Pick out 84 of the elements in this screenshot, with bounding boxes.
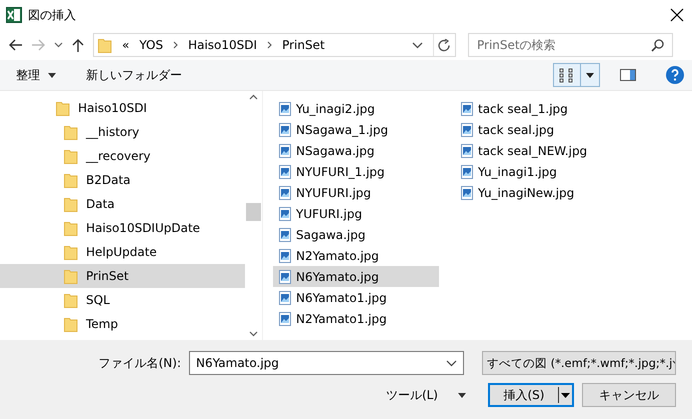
folder-tree-item[interactable]: Temp (0, 312, 245, 336)
image-file-icon (461, 102, 473, 116)
organize-menu[interactable]: 整理 (16, 66, 56, 84)
file-item[interactable]: N2Yamato1.jpg (273, 308, 439, 329)
image-file-icon (279, 144, 291, 158)
file-item[interactable]: NYUFURI.jpg (273, 182, 439, 203)
chevron-right-icon (267, 41, 272, 49)
image-file-icon (279, 186, 291, 200)
cancel-button[interactable]: キャンセル (582, 383, 676, 407)
image-file-icon (279, 312, 291, 326)
breadcrumb[interactable]: YOS (139, 38, 164, 52)
view-options-button[interactable] (553, 63, 600, 87)
image-file-icon (461, 144, 473, 158)
folder-icon (64, 292, 78, 308)
image-file-icon (279, 228, 291, 242)
refresh-icon (438, 38, 451, 52)
image-file-icon (279, 102, 291, 116)
file-item[interactable]: N6Yamato.jpg (273, 266, 439, 287)
folder-icon (64, 316, 78, 332)
folder-icon (64, 172, 78, 188)
image-file-icon (279, 290, 291, 304)
breadcrumb[interactable]: PrinSet (282, 38, 325, 52)
file-item[interactable]: tack seal_NEW.jpg (455, 140, 621, 161)
file-item[interactable]: Sagawa.jpg (273, 224, 439, 245)
folder-tree-item[interactable]: B2Data (0, 168, 245, 192)
new-folder-button[interactable]: 新しいフォルダー (86, 66, 182, 84)
caret-icon (458, 392, 466, 398)
file-item[interactable]: Yu_inagi2.jpg (273, 98, 439, 119)
file-item[interactable]: NSagawa.jpg (273, 140, 439, 161)
file-item[interactable]: N6Yamato1.jpg (273, 287, 439, 308)
file-item[interactable]: tack seal_1.jpg (455, 98, 621, 119)
image-file-icon (461, 164, 473, 178)
image-file-icon (461, 122, 473, 136)
file-name-label: ファイル名(N): (98, 354, 181, 372)
file-item[interactable]: YUFURI.jpg (273, 203, 439, 224)
search-icon (651, 38, 664, 52)
folder-tree-item[interactable]: Haiso10SDIUpDate (0, 216, 245, 240)
folder-icon (64, 148, 78, 164)
image-file-icon (279, 164, 291, 178)
folder-icon (64, 268, 78, 284)
tools-menu[interactable]: ツール(L) (386, 386, 466, 404)
preview-pane-icon[interactable] (620, 69, 636, 81)
image-file-icon (279, 248, 291, 262)
caret-icon (561, 392, 570, 398)
window-title: 図の挿入 (28, 6, 77, 24)
up-arrow-icon[interactable] (71, 38, 85, 52)
spreadsheet-app-icon (6, 7, 22, 23)
folder-icon (64, 124, 78, 140)
insert-button[interactable]: 挿入(S) (488, 383, 574, 407)
breadcrumb[interactable]: « (122, 38, 130, 52)
close-icon[interactable] (670, 8, 684, 22)
address-bar[interactable]: « YOS Haiso10SDI PrinSet (93, 33, 456, 57)
caret-icon (48, 72, 56, 78)
back-arrow-icon[interactable] (8, 38, 23, 52)
folder-tree-item[interactable]: __recovery (0, 144, 245, 168)
view-grid-icon (559, 66, 575, 84)
folder-icon (98, 37, 112, 53)
file-item[interactable]: N2Yamato.jpg (273, 245, 439, 266)
file-item[interactable]: Yu_inagiNew.jpg (455, 182, 621, 203)
folder-tree-item[interactable]: Data (0, 192, 245, 216)
image-file-icon (461, 186, 473, 200)
folder-icon (64, 220, 78, 236)
caret-icon (586, 72, 594, 78)
file-item[interactable]: Yu_inagi1.jpg (455, 161, 621, 182)
image-file-icon (279, 122, 291, 136)
file-item[interactable]: tack seal.jpg (455, 119, 621, 140)
help-icon[interactable] (666, 66, 684, 84)
file-item[interactable]: NYUFURI_1.jpg (273, 161, 439, 182)
folder-icon (56, 100, 70, 116)
folder-tree-item[interactable]: PrinSet (0, 264, 245, 288)
image-file-icon (279, 270, 291, 284)
folder-tree-item[interactable]: SQL (0, 288, 245, 312)
chevron-right-icon (173, 41, 178, 49)
folder-icon (64, 196, 78, 212)
file-item[interactable]: NSagawa_1.jpg (273, 119, 439, 140)
file-type-dropdown[interactable]: すべての図 (*.emf;*.wmf;*.jpg;*.j (482, 351, 676, 375)
image-file-icon (279, 206, 291, 220)
folder-tree-item[interactable]: __history (0, 120, 245, 144)
folder-icon (64, 244, 78, 260)
file-name-field[interactable]: N6Yamato.jpg (189, 351, 464, 375)
folder-tree-item[interactable]: Haiso10SDI (0, 96, 245, 120)
folder-tree-item[interactable]: HelpUpdate (0, 240, 245, 264)
search-field[interactable]: PrinSetの検索 (468, 33, 673, 57)
breadcrumb[interactable]: Haiso10SDI (188, 38, 258, 52)
